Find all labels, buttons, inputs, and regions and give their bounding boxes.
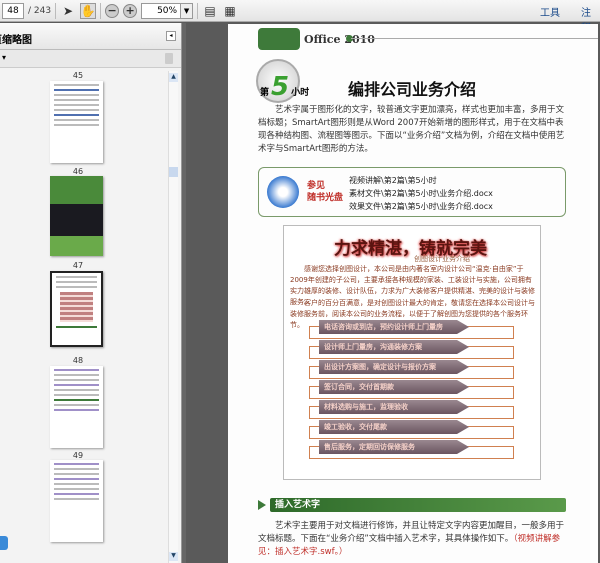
reference-label: 参见 随书光盘: [307, 180, 343, 204]
thumbnail-label: 46: [72, 167, 84, 176]
thumbnail-label: 48: [72, 356, 84, 365]
process-step: 售后服务，定期回访保修服务: [309, 440, 514, 459]
tools-button[interactable]: 工具: [540, 4, 560, 19]
reference-list: 视频讲解\第2篇\第5小时 素材文件\第2篇\第5小时\业务介绍.docx 效果…: [349, 174, 493, 213]
product-name: Office 2010: [304, 32, 375, 46]
collapse-panel-button[interactable]: ◂: [166, 31, 176, 41]
thumbnail-page-45[interactable]: [50, 81, 103, 163]
chapter-badge: 第 5 小时: [260, 72, 309, 102]
thumbnails-scrollbar[interactable]: ▲ ▼: [168, 71, 178, 563]
divider: [55, 2, 57, 19]
example-figure: 力求精湛，铸就完美 创图设计业务介绍 感谢您选择创图设计，本公司是由内著名室内设…: [283, 225, 541, 480]
process-step: 出设计方案图，确定设计与报价方案: [309, 360, 514, 379]
thumbnail-label: 45: [72, 71, 84, 80]
section-title: 插入艺术字: [270, 498, 566, 512]
zoom-value[interactable]: 50%: [141, 2, 182, 19]
divider: [197, 2, 199, 19]
panel-title: 页缩略图: [0, 35, 32, 46]
process-step: 电话咨询或到店，预约设计师上门量房: [309, 320, 514, 339]
section-marker-icon: [258, 500, 266, 510]
chapter-number: 5: [271, 72, 290, 102]
panel-header: 页缩略图 ◂: [0, 23, 181, 50]
toolbar: 48 / 243 ➤ ✋ − + 50% ▼ ▤ ▦ 工具 注释: [0, 0, 600, 34]
thumbnail-page-48[interactable]: [50, 366, 103, 448]
panel-splitter[interactable]: [182, 23, 186, 563]
thumbnail-page-47[interactable]: [50, 271, 103, 347]
options-menu-button[interactable]: ▾: [2, 53, 6, 62]
cd-icon: [267, 176, 299, 208]
step-label: 出设计方案图，确定设计与报价方案: [319, 360, 469, 374]
chapter-prefix: 第: [260, 88, 270, 98]
chapter-suffix: 小时: [291, 88, 310, 98]
body-paragraph: 艺术字主要用于对文档进行修饰，并且让特定文字内容更加醒目，一般多用于文档标题。下…: [258, 520, 568, 559]
intro-paragraph: 艺术字属于图形化的文字，较普通文字更加漂亮，样式也更加丰富，多用于文档标题；Sm…: [258, 105, 565, 154]
panel-options-row: ▾: [0, 50, 181, 68]
thumbnail-page-49[interactable]: [50, 460, 103, 542]
scroll-down-icon[interactable]: ▼: [169, 552, 178, 561]
book-logo: [258, 28, 300, 50]
reference-item: 视频讲解\第2篇\第5小时: [349, 176, 437, 185]
thumbnails-panel: 页缩略图 ◂ ▾ ▲ ▼ 45 46 47 48 49: [0, 23, 182, 563]
ref-label-2: 随书光盘: [307, 193, 344, 203]
process-step: 签订合同，交付首期款: [309, 380, 514, 399]
step-label: 签订合同，交付首期款: [319, 380, 469, 394]
trash-icon[interactable]: [165, 53, 173, 64]
step-label: 售后服务，定期回访保修服务: [319, 440, 469, 454]
zoom-in-icon[interactable]: +: [123, 3, 138, 18]
thumbnail-label: 49: [72, 451, 84, 460]
step-label: 材料选购与施工，监理验收: [319, 400, 469, 414]
select-cursor-icon[interactable]: ➤: [60, 3, 76, 19]
fit-width-icon[interactable]: ▦: [222, 3, 238, 19]
panel-button[interactable]: [0, 536, 8, 550]
page-total: / 243: [28, 5, 52, 16]
process-step: 竣工验收，交付尾款: [309, 420, 514, 439]
ref-label-1: 参见: [307, 181, 326, 191]
hand-tool-icon[interactable]: ✋: [80, 2, 97, 19]
section-heading: 插入艺术字: [258, 498, 566, 512]
reference-item: 效果文件\第2篇\第5小时\业务介绍.docx: [349, 202, 493, 211]
zoom-select[interactable]: 50% ▼: [141, 2, 194, 19]
chevron-down-icon[interactable]: ▼: [181, 2, 194, 19]
step-label: 设计师上门量房，沟通装修方案: [319, 340, 469, 354]
header-rule: [351, 38, 598, 39]
document-page: Office 2010 第 5 小时 编排公司业务介绍 艺术字属于图形化的文字，…: [228, 24, 598, 563]
scroll-up-icon[interactable]: ▲: [169, 73, 178, 82]
page-header: Office 2010: [258, 28, 375, 50]
thumbnail-label: 47: [72, 261, 84, 270]
page-number-input[interactable]: 48: [2, 2, 24, 19]
zoom-out-icon[interactable]: −: [105, 3, 120, 18]
thumbnail-page-46[interactable]: [50, 176, 103, 256]
scrollbar-thumb[interactable]: [169, 167, 178, 177]
figure-subtitle: 创图设计业务介绍: [414, 255, 470, 263]
divider: [100, 2, 102, 19]
reference-item: 素材文件\第2篇\第5小时\业务介绍.docx: [349, 189, 493, 198]
step-label: 电话咨询或到店，预约设计师上门量房: [319, 320, 469, 334]
fit-page-icon[interactable]: ▤: [202, 3, 218, 19]
step-label: 竣工验收，交付尾款: [319, 420, 469, 434]
chapter-title: 编排公司业务介绍: [348, 80, 477, 99]
process-step: 材料选购与施工，监理验收: [309, 400, 514, 419]
reference-box: 参见随书光盘 视频讲解\第2篇\第5小时 素材文件\第2篇\第5小时\业务介绍.…: [258, 167, 566, 217]
process-step: 设计师上门量房，沟通装修方案: [309, 340, 514, 359]
